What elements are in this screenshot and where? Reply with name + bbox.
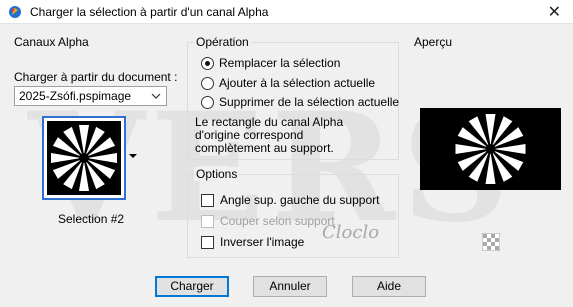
- checkerboard-icon[interactable]: [482, 233, 500, 251]
- selection-name-label: Selection #2: [58, 212, 125, 226]
- preview-image: [420, 108, 561, 190]
- info-line: complètement au support.: [195, 141, 334, 155]
- checkbox-indicator: [201, 193, 214, 207]
- checkbox-label: Couper selon support: [220, 214, 335, 228]
- radio-replace-selection[interactable]: Remplacer la sélection: [201, 56, 340, 70]
- checkbox-label: Inverser l'image: [220, 235, 305, 249]
- load-from-document-label: Charger à partir du document :: [14, 70, 178, 84]
- radio-indicator: [201, 95, 214, 109]
- radio-remove-from-selection[interactable]: Supprimer de la sélection actuelle: [201, 95, 399, 109]
- preview-heading: Aperçu: [414, 35, 453, 49]
- operation-group-title: Opération: [194, 35, 251, 49]
- load-button[interactable]: Charger: [155, 276, 229, 297]
- checkbox-indicator: [201, 235, 214, 249]
- checkbox-label: Angle sup. gauche du support: [220, 193, 380, 207]
- radio-label: Supprimer de la sélection actuelle: [219, 95, 400, 109]
- window-title: Charger la sélection à partir d'un canal…: [30, 5, 269, 19]
- document-select-value: 2025-Zsófi.pspimage: [19, 89, 132, 103]
- alpha-channels-heading: Canaux Alpha: [14, 35, 89, 49]
- radio-label: Remplacer la sélection: [219, 56, 341, 70]
- checkbox-invert-image[interactable]: Inverser l'image: [201, 235, 304, 249]
- chevron-down-icon: [151, 93, 161, 99]
- thumbnail-dropdown-icon[interactable]: [128, 152, 138, 160]
- close-button[interactable]: ✕: [548, 2, 561, 22]
- signature-watermark: Cloclo: [322, 222, 380, 243]
- cancel-button[interactable]: Annuler: [253, 276, 327, 297]
- thumbnail-image: [47, 121, 121, 195]
- radio-label: Ajouter à la sélection actuelle: [219, 76, 376, 90]
- preview-starburst: [455, 114, 526, 184]
- radio-add-to-selection[interactable]: Ajouter à la sélection actuelle: [201, 76, 375, 90]
- title-bar: Charger la sélection à partir d'un canal…: [0, 0, 573, 24]
- radio-indicator: [201, 76, 214, 90]
- checkbox-top-left-corner[interactable]: Angle sup. gauche du support: [201, 193, 379, 207]
- checkbox-clip-to-canvas: Couper selon support: [201, 214, 335, 228]
- alpha-channel-thumbnail[interactable]: [42, 116, 126, 200]
- document-select[interactable]: 2025-Zsófi.pspimage: [14, 86, 167, 106]
- radio-indicator: [201, 56, 214, 70]
- starburst-graphic: [51, 125, 117, 191]
- options-group-title: Options: [194, 167, 240, 181]
- checkbox-indicator: [201, 214, 214, 228]
- operation-info-text: Le rectangle du canal Alpha d'origine co…: [195, 116, 395, 155]
- help-button[interactable]: Aide: [352, 276, 426, 297]
- paintshop-app-icon: [9, 6, 21, 18]
